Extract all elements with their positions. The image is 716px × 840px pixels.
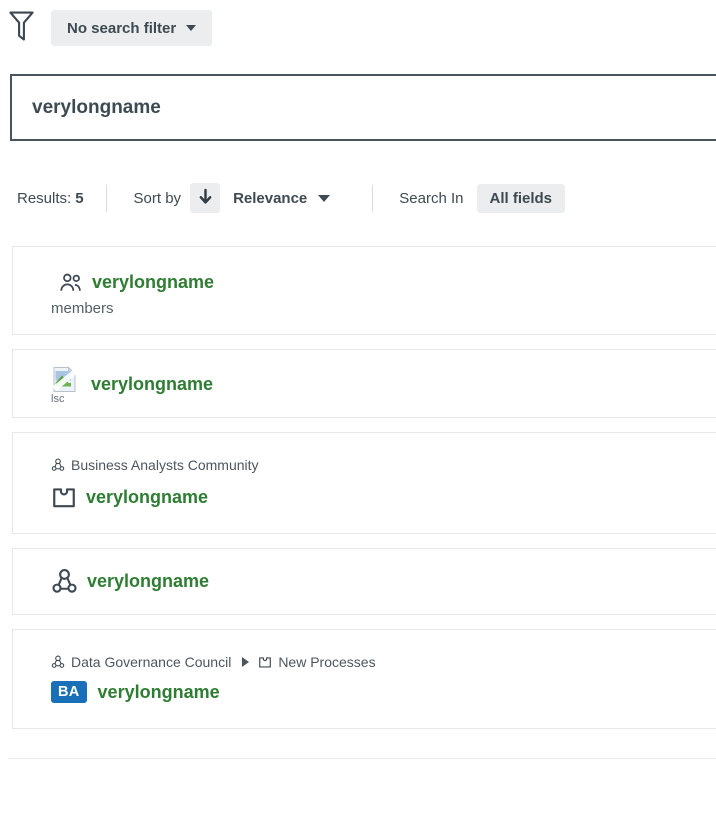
divider: [372, 185, 373, 212]
community-icon: [51, 458, 65, 472]
result-title-link[interactable]: verylongname: [86, 487, 208, 508]
results-label: Results:: [17, 190, 71, 207]
breadcrumb-item[interactable]: Data Governance Council: [71, 654, 231, 670]
result-card: Data Governance Council New Processes BA v…: [12, 629, 716, 729]
filter-funnel-button[interactable]: [8, 10, 35, 46]
search-filter-label: No search filter: [67, 20, 176, 37]
domain-icon: [51, 484, 77, 510]
search-results-list: verylongname members lsc verylongname Busi…: [12, 246, 716, 729]
broken-image-thumbnail: lsc: [51, 366, 78, 403]
image-alt-text: lsc: [51, 393, 75, 403]
domain-icon: [258, 655, 272, 669]
breadcrumb-item[interactable]: Business Analysts Community: [71, 457, 259, 473]
community-icon: [51, 568, 78, 595]
sort-by-label: Sort by: [134, 190, 182, 207]
result-card: Business Analysts Community verylongname: [12, 432, 716, 534]
result-card: verylongname members: [12, 246, 716, 335]
sort-direction-button[interactable]: [190, 183, 220, 213]
community-icon: [51, 655, 65, 669]
search-input[interactable]: [10, 74, 716, 141]
chevron-down-icon: [186, 25, 196, 31]
result-title-link[interactable]: verylongname: [98, 682, 220, 703]
result-subtitle: members: [51, 300, 716, 317]
search-in-fields-button[interactable]: All fields: [477, 184, 566, 213]
asset-type-badge: BA: [51, 681, 87, 703]
search-box: [10, 74, 716, 141]
breadcrumb-item[interactable]: New Processes: [278, 654, 375, 670]
search-in-label: Search In: [399, 190, 463, 207]
filter-bar: No search filter: [8, 10, 716, 46]
broken-image-icon: [51, 366, 78, 393]
result-title-link[interactable]: verylongname: [91, 374, 213, 395]
divider: [106, 185, 107, 212]
filter-funnel-icon: [8, 10, 35, 46]
arrow-down-icon: [198, 188, 213, 208]
result-card: verylongname: [12, 548, 716, 615]
search-filter-dropdown[interactable]: No search filter: [51, 10, 212, 46]
chevron-down-icon: [318, 195, 330, 202]
divider: [8, 758, 716, 759]
breadcrumb-arrow-icon: [242, 657, 249, 667]
users-icon: [59, 272, 83, 293]
result-title-link[interactable]: verylongname: [92, 272, 214, 293]
results-toolbar: Results: 5 Sort by Relevance Search In A…: [10, 183, 716, 213]
result-title-link[interactable]: verylongname: [87, 571, 209, 592]
breadcrumb: Data Governance Council New Processes: [51, 654, 716, 670]
result-card: lsc verylongname: [12, 349, 716, 418]
results-count: 5: [75, 190, 83, 207]
sort-value-dropdown[interactable]: Relevance: [233, 190, 330, 207]
sort-value-label: Relevance: [233, 190, 307, 207]
breadcrumb: Business Analysts Community: [51, 457, 716, 473]
